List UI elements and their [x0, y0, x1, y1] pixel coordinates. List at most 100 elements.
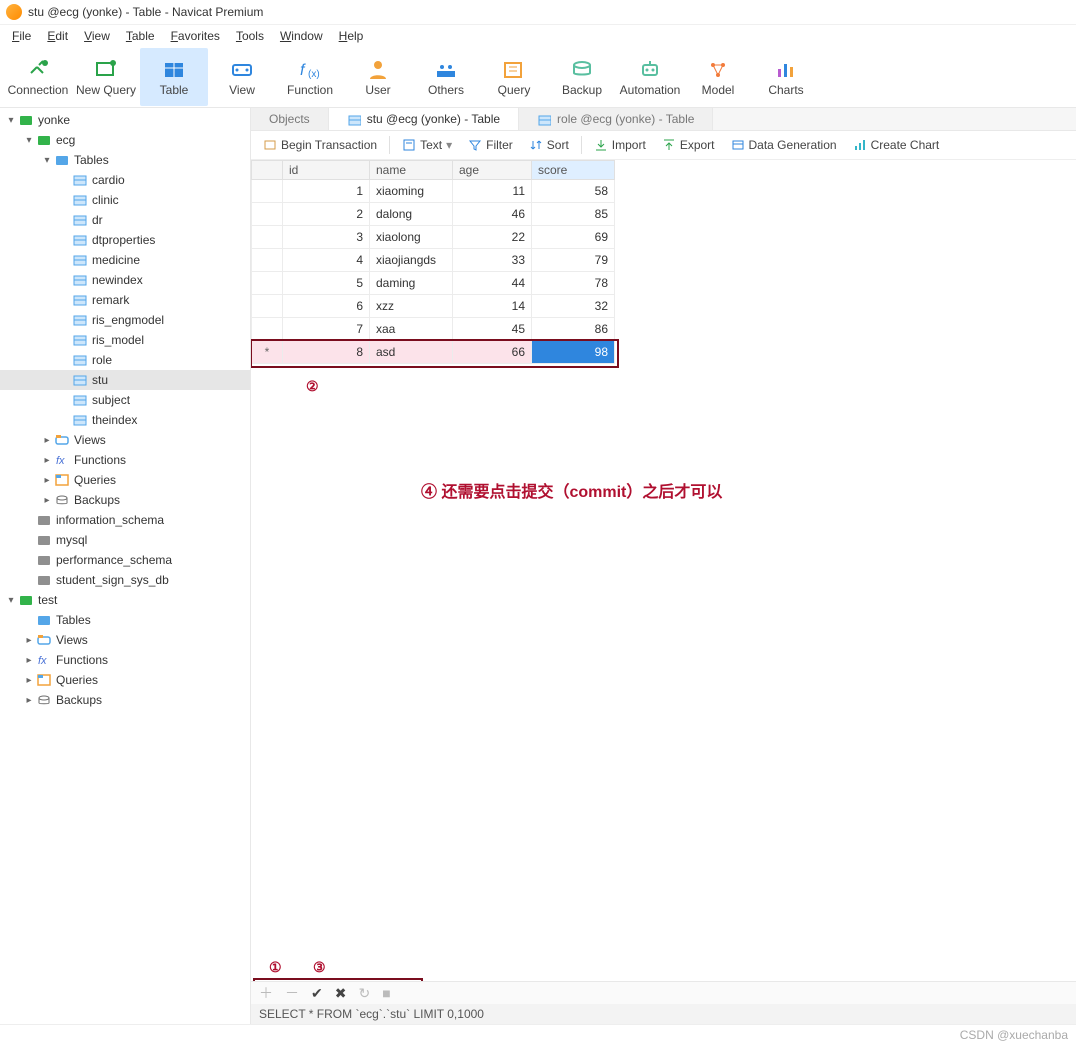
tree-twisty-icon[interactable]: ▸ — [22, 635, 36, 646]
apply-record-icon[interactable]: ✔ — [311, 985, 323, 1002]
tree-item-mysql[interactable]: mysql — [0, 530, 250, 550]
menu-help[interactable]: Help — [331, 27, 372, 45]
toolbar-function-button[interactable]: f(x)Function — [276, 48, 344, 106]
tree-item-medicine[interactable]: medicine — [0, 250, 250, 270]
table-row[interactable]: 7xaa4586 — [252, 318, 615, 341]
connection-tree[interactable]: ▾yonke▾ecg▾Tablescardioclinicdrdtpropert… — [0, 108, 251, 1024]
tree-item-tables[interactable]: ▾Tables — [0, 150, 250, 170]
refresh-icon[interactable]: ↻ — [358, 985, 370, 1002]
tree-item-backups[interactable]: ▸Backups — [0, 490, 250, 510]
tree-item-views[interactable]: ▸Views — [0, 430, 250, 450]
tree-item-functions[interactable]: ▸fxFunctions — [0, 650, 250, 670]
toolbar-query-button[interactable]: Query — [480, 48, 548, 106]
data-grid[interactable]: idnameagescore1xiaoming11582dalong46853x… — [251, 160, 1076, 1024]
query-icon — [36, 672, 52, 688]
table-row[interactable]: *8asd6698 — [252, 341, 615, 364]
main-area: Objectsstu @ecg (yonke) - Tablerole @ecg… — [251, 108, 1076, 1024]
toolbar-new-query-button[interactable]: New Query — [72, 48, 140, 106]
menu-edit[interactable]: Edit — [39, 27, 76, 45]
column-header-name[interactable]: name — [370, 161, 453, 180]
tree-item-information_schema[interactable]: information_schema — [0, 510, 250, 530]
tree-item-cardio[interactable]: cardio — [0, 170, 250, 190]
menu-window[interactable]: Window — [272, 27, 331, 45]
sort-button[interactable]: Sort — [523, 136, 575, 154]
delete-record-icon[interactable]: － — [285, 983, 299, 1003]
menu-file[interactable]: File — [4, 27, 39, 45]
tree-twisty-icon[interactable]: ▾ — [4, 595, 18, 606]
tree-item-theindex[interactable]: theindex — [0, 410, 250, 430]
tree-item-stu[interactable]: stu — [0, 370, 250, 390]
toolbar-connection-button[interactable]: Connection — [4, 48, 72, 106]
tree-item-ris_model[interactable]: ris_model — [0, 330, 250, 350]
menu-view[interactable]: View — [76, 27, 118, 45]
tree-item-test[interactable]: ▾test — [0, 590, 250, 610]
text-mode-button[interactable]: Text ▾ — [396, 136, 458, 154]
tree-item-remark[interactable]: remark — [0, 290, 250, 310]
tree-item-newindex[interactable]: newindex — [0, 270, 250, 290]
tree-item-queries[interactable]: ▸Queries — [0, 470, 250, 490]
tree-item-backups[interactable]: ▸Backups — [0, 690, 250, 710]
tree-twisty-icon[interactable]: ▸ — [22, 655, 36, 666]
toolbar-view-button[interactable]: View — [208, 48, 276, 106]
menu-table[interactable]: Table — [118, 27, 163, 45]
data-generation-button[interactable]: Data Generation — [725, 136, 843, 154]
toolbar-backup-button[interactable]: Backup — [548, 48, 616, 106]
tree-item-subject[interactable]: subject — [0, 390, 250, 410]
tree-item-ris_engmodel[interactable]: ris_engmodel — [0, 310, 250, 330]
tree-item-performance_schema[interactable]: performance_schema — [0, 550, 250, 570]
tree-item-dr[interactable]: dr — [0, 210, 250, 230]
stop-icon[interactable]: ■ — [382, 985, 390, 1001]
tab-objects[interactable]: Objects — [251, 108, 329, 130]
tree-twisty-icon[interactable]: ▸ — [40, 495, 54, 506]
column-header-id[interactable]: id — [283, 161, 370, 180]
table-row[interactable]: 3xiaolong2269 — [252, 226, 615, 249]
tree-twisty-icon[interactable]: ▸ — [40, 435, 54, 446]
tree-item-role[interactable]: role — [0, 350, 250, 370]
tab-role-ecg-yonke-table[interactable]: role @ecg (yonke) - Table — [519, 108, 713, 130]
import-button[interactable]: Import — [588, 136, 652, 154]
column-header-score[interactable]: score — [532, 161, 615, 180]
tree-item-functions[interactable]: ▸fxFunctions — [0, 450, 250, 470]
toolbar-others-button[interactable]: Others — [412, 48, 480, 106]
toolbar-charts-button[interactable]: Charts — [752, 48, 820, 106]
menu-tools[interactable]: Tools — [228, 27, 272, 45]
tree-item-tables[interactable]: Tables — [0, 610, 250, 630]
table-row[interactable]: 6xzz1432 — [252, 295, 615, 318]
tree-twisty-icon[interactable]: ▾ — [40, 155, 54, 166]
tree-item-queries[interactable]: ▸Queries — [0, 670, 250, 690]
table-row[interactable]: 4xiaojiangds3379 — [252, 249, 615, 272]
tree-twisty-icon[interactable]: ▸ — [40, 475, 54, 486]
table-row[interactable]: 1xiaoming1158 — [252, 180, 615, 203]
toolbar-automation-button[interactable]: Automation — [616, 48, 684, 106]
query2-icon — [500, 57, 528, 81]
tree-item-yonke[interactable]: ▾yonke — [0, 110, 250, 130]
tree-item-clinic[interactable]: clinic — [0, 190, 250, 210]
tab-stu-ecg-yonke-table[interactable]: stu @ecg (yonke) - Table — [329, 108, 519, 130]
menu-favorites[interactable]: Favorites — [163, 27, 228, 45]
tree-twisty-icon[interactable]: ▸ — [40, 455, 54, 466]
tree-item-dtproperties[interactable]: dtproperties — [0, 230, 250, 250]
begin-transaction-button[interactable]: Begin Transaction — [257, 136, 383, 154]
table-row[interactable]: 2dalong4685 — [252, 203, 615, 226]
window-title: stu @ecg (yonke) - Table - Navicat Premi… — [28, 5, 263, 19]
toolbar-table-button[interactable]: Table — [140, 48, 208, 106]
tree-twisty-icon[interactable]: ▸ — [22, 675, 36, 686]
create-chart-button[interactable]: Create Chart — [847, 136, 946, 154]
tree-twisty-icon[interactable]: ▾ — [4, 115, 18, 126]
tree-twisty-icon[interactable]: ▸ — [22, 695, 36, 706]
tree-item-ecg[interactable]: ▾ecg — [0, 130, 250, 150]
tree-item-views[interactable]: ▸Views — [0, 630, 250, 650]
add-record-icon[interactable]: ＋ — [259, 983, 273, 1003]
dbgrey-icon — [36, 512, 52, 528]
export-button[interactable]: Export — [656, 136, 721, 154]
column-header-age[interactable]: age — [453, 161, 532, 180]
query-icon — [92, 57, 120, 81]
tree-twisty-icon[interactable]: ▾ — [22, 135, 36, 146]
table-row[interactable]: 5daming4478 — [252, 272, 615, 295]
annotation-3: ③ — [313, 959, 326, 976]
tree-item-student_sign_sys_db[interactable]: student_sign_sys_db — [0, 570, 250, 590]
toolbar-model-button[interactable]: Model — [684, 48, 752, 106]
cancel-record-icon[interactable]: ✖ — [335, 985, 347, 1002]
filter-button[interactable]: Filter — [462, 136, 519, 154]
toolbar-user-button[interactable]: User — [344, 48, 412, 106]
